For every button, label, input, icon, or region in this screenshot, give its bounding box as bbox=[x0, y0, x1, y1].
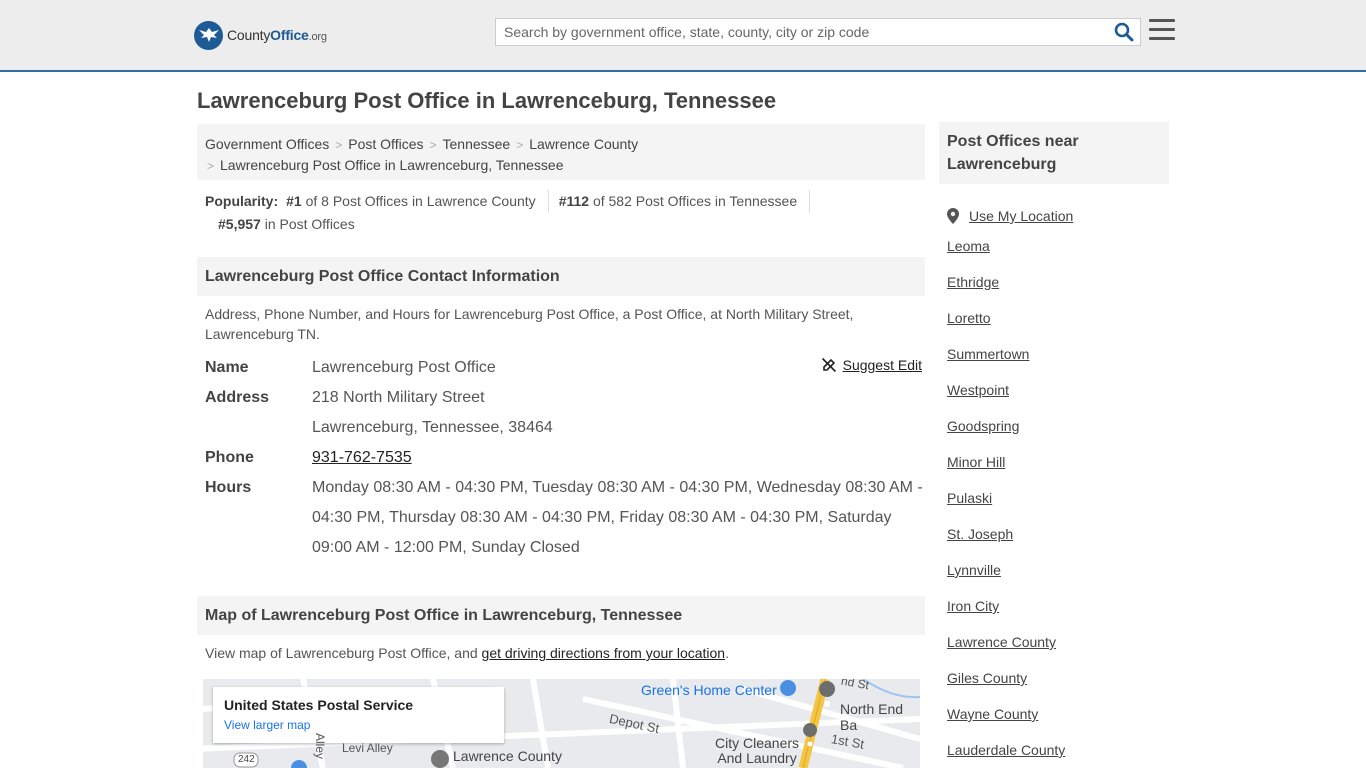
sidebar-item-lauderdale-county[interactable]: Lauderdale County bbox=[947, 738, 1167, 768]
map-label-greens: Green's Home Center bbox=[641, 682, 777, 698]
eagle-logo-icon bbox=[194, 20, 223, 50]
search-button[interactable] bbox=[1108, 19, 1140, 45]
phone-row: Phone 931-762-7535 bbox=[205, 443, 925, 473]
popularity-label: Popularity: bbox=[205, 193, 279, 209]
sidebar-heading: Post Offices near Lawrenceburg bbox=[939, 122, 1169, 184]
map-label-city-cleaners: City Cleaners And Laundry bbox=[715, 735, 800, 766]
nearby-offices-list: Use My Location Leoma Ethridge Loretto S… bbox=[947, 198, 1167, 768]
name-row: Name Lawrenceburg Post Office bbox=[205, 353, 925, 383]
sidebar-item-pulaski[interactable]: Pulaski bbox=[947, 486, 1167, 522]
map-label-lawrence-county: Lawrence County bbox=[453, 748, 562, 764]
map-label-north-end: North End Ba bbox=[840, 701, 904, 733]
contact-description: Address, Phone Number, and Hours for Law… bbox=[205, 306, 854, 342]
map-route-shield: 242 bbox=[238, 754, 255, 765]
embedded-map[interactable]: United States Postal Service View larger… bbox=[203, 679, 920, 768]
map-label-alley: Alley bbox=[313, 732, 328, 760]
phone-label: Phone bbox=[205, 449, 254, 466]
chevron-right-icon: > bbox=[516, 138, 524, 152]
map-place-title: United States Postal Service bbox=[224, 697, 414, 713]
hours-value: Monday 08:30 AM - 04:30 PM, Tuesday 08:3… bbox=[312, 479, 923, 556]
popularity-county-rank: #1 of 8 Post Offices in Lawrence County bbox=[286, 190, 549, 213]
sidebar-item-goodspring[interactable]: Goodspring bbox=[947, 414, 1167, 450]
breadcrumb-current: Lawrenceburg Post Office in Lawrenceburg… bbox=[220, 157, 564, 173]
popularity-national-rank: #5,957 in Post Offices bbox=[218, 216, 355, 232]
sidebar-item-summertown[interactable]: Summertown bbox=[947, 342, 1167, 378]
edit-off-icon bbox=[821, 357, 836, 373]
chevron-right-icon: > bbox=[335, 138, 343, 152]
hours-label: Hours bbox=[205, 479, 252, 496]
map-description: View map of Lawrenceburg Post Office, an… bbox=[205, 645, 729, 661]
sidebar-item-loretto[interactable]: Loretto bbox=[947, 306, 1167, 342]
search-input[interactable] bbox=[496, 19, 1108, 45]
search-icon bbox=[1114, 22, 1134, 42]
address-line-2: Lawrenceburg, Tennessee, 38464 bbox=[312, 419, 553, 436]
breadcrumb-post-offices[interactable]: Post Offices bbox=[348, 136, 423, 152]
sidebar-item-iron-city[interactable]: Iron City bbox=[947, 594, 1167, 630]
sidebar-item-leoma[interactable]: Leoma bbox=[947, 234, 1167, 270]
logo-bold: Office bbox=[270, 27, 309, 43]
search-box bbox=[495, 18, 1141, 46]
chevron-right-icon: > bbox=[429, 138, 437, 152]
sidebar-item-st-joseph[interactable]: St. Joseph bbox=[947, 522, 1167, 558]
driving-directions-link[interactable]: get driving directions from your locatio… bbox=[482, 645, 726, 661]
sidebar-item-lynnville[interactable]: Lynnville bbox=[947, 558, 1167, 594]
location-pin-icon bbox=[947, 208, 959, 224]
chevron-right-icon: > bbox=[207, 159, 215, 173]
suggest-edit-label: Suggest Edit bbox=[842, 357, 922, 373]
logo-prefix: County bbox=[227, 27, 271, 43]
sidebar-item-giles-county[interactable]: Giles County bbox=[947, 666, 1167, 702]
name-label: Name bbox=[205, 359, 249, 376]
suggest-edit-button[interactable]: Suggest Edit bbox=[821, 357, 922, 373]
use-my-location: Use My Location bbox=[947, 198, 1167, 234]
phone-link[interactable]: 931-762-7535 bbox=[312, 449, 412, 466]
contact-heading: Lawrenceburg Post Office Contact Informa… bbox=[197, 257, 925, 296]
header-bar: CountyOffice.org bbox=[0, 0, 1366, 72]
contact-info: Suggest Edit Name Lawrenceburg Post Offi… bbox=[205, 353, 925, 563]
breadcrumb-tennessee[interactable]: Tennessee bbox=[443, 136, 511, 152]
map-place-card: United States Postal Service View larger… bbox=[213, 687, 504, 743]
address-label: Address bbox=[205, 389, 270, 406]
sidebar-item-wayne-county[interactable]: Wayne County bbox=[947, 702, 1167, 738]
view-larger-map-link[interactable]: View larger map bbox=[224, 718, 493, 732]
hours-row: Hours Monday 08:30 AM - 04:30 PM, Tuesda… bbox=[205, 473, 925, 563]
sidebar-item-ethridge[interactable]: Ethridge bbox=[947, 270, 1167, 306]
address-line-1: 218 North Military Street bbox=[312, 389, 485, 406]
breadcrumb: Government Offices > Post Offices > Tennesse… bbox=[197, 124, 925, 180]
breadcrumb-lawrence-county[interactable]: Lawrence County bbox=[529, 136, 638, 152]
map-label-levi: Levi Alley bbox=[342, 741, 393, 755]
popularity-block: Popularity: #1 of 8 Post Offices in Lawre… bbox=[205, 190, 925, 236]
logo-suffix: .org bbox=[308, 31, 327, 43]
sidebar-item-westpoint[interactable]: Westpoint bbox=[947, 378, 1167, 414]
map-heading: Map of Lawrenceburg Post Office in Lawre… bbox=[197, 596, 925, 635]
breadcrumb-government-offices[interactable]: Government Offices bbox=[205, 136, 329, 152]
sidebar-item-minor-hill[interactable]: Minor Hill bbox=[947, 450, 1167, 486]
page-title: Lawrenceburg Post Office in Lawrenceburg… bbox=[197, 88, 777, 113]
logo-wordmark: CountyOffice.org bbox=[227, 27, 327, 43]
site-logo[interactable]: CountyOffice.org bbox=[194, 20, 327, 50]
sidebar-item-lawrence-county[interactable]: Lawrence County bbox=[947, 630, 1167, 666]
popularity-state-rank: #112 of 582 Post Offices in Tennessee bbox=[559, 190, 811, 213]
address-row: Address 218 North Military Street Lawren… bbox=[205, 383, 925, 443]
use-my-location-link[interactable]: Use My Location bbox=[969, 204, 1073, 228]
hamburger-menu-icon[interactable] bbox=[1149, 19, 1175, 43]
